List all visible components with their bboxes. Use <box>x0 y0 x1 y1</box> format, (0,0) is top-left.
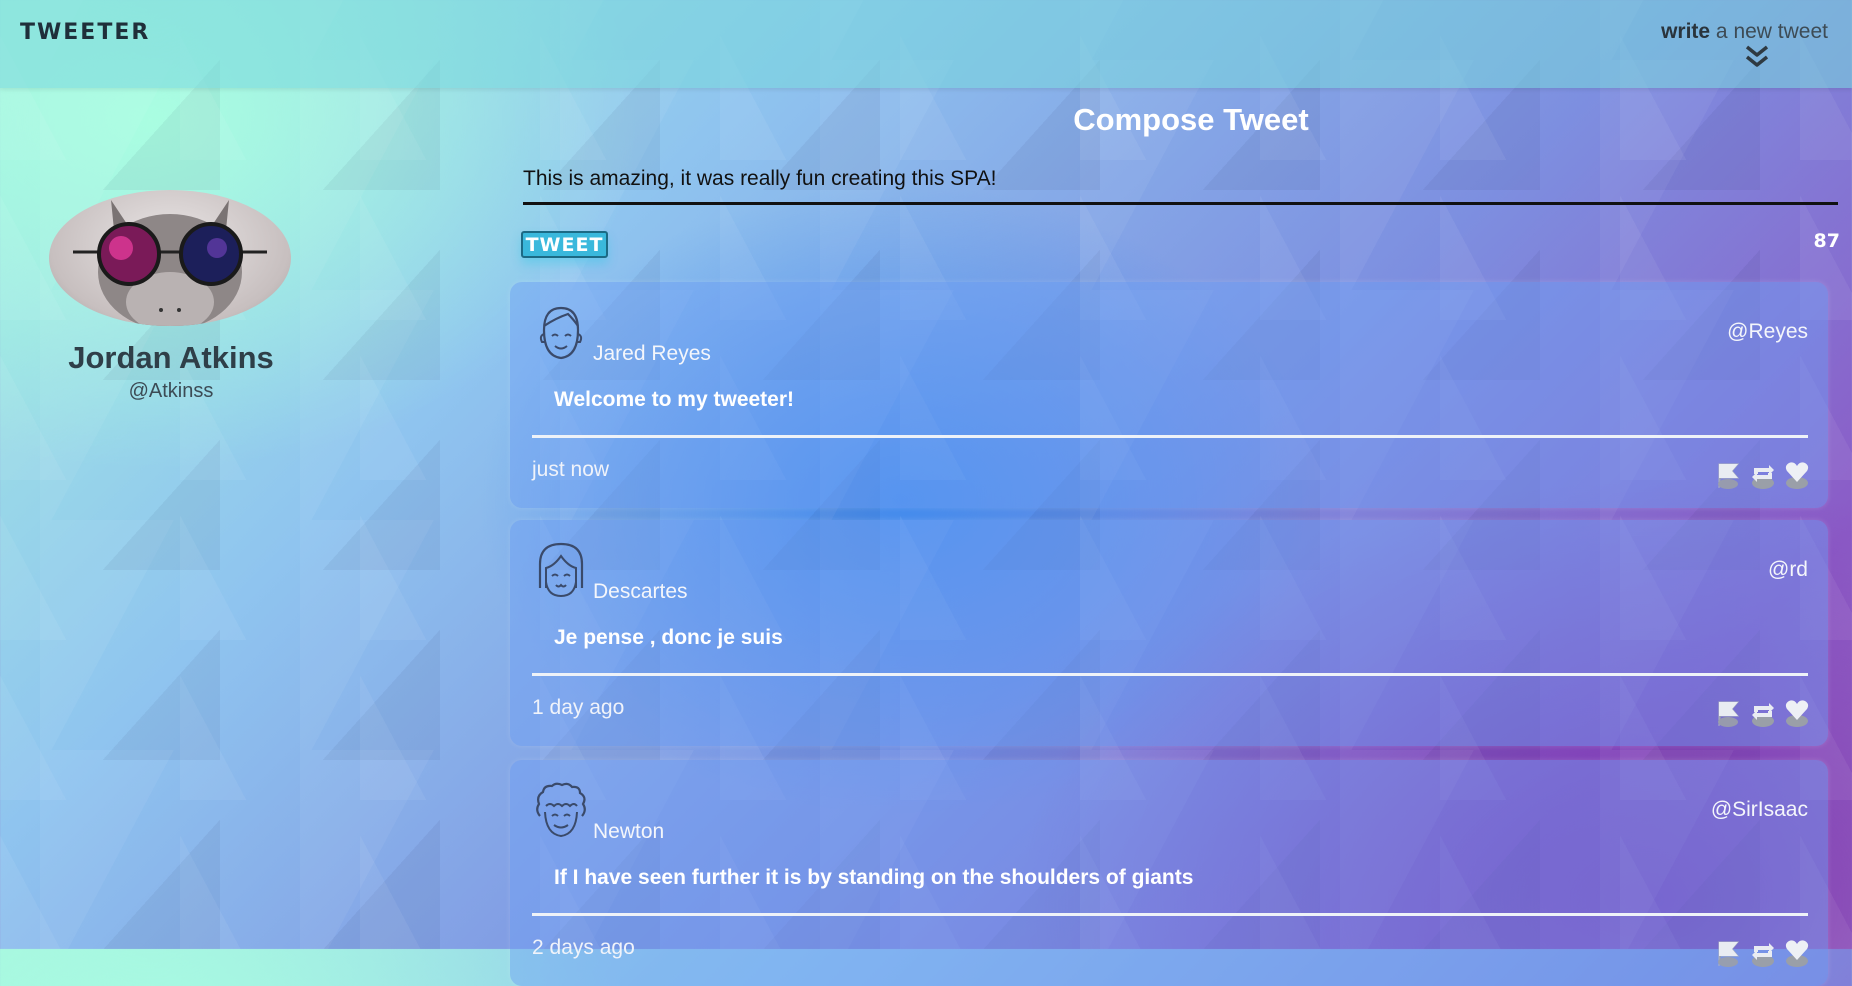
tweet-author-handle[interactable]: @SirIsaac <box>1711 798 1808 822</box>
smiling-face-line-icon <box>539 306 583 360</box>
flag-icon[interactable] <box>1716 698 1742 728</box>
tweet-author-name[interactable]: Newton <box>593 820 664 844</box>
profile-avatar <box>49 190 291 326</box>
double-chevron-down-icon[interactable] <box>1742 44 1772 68</box>
retweet-icon[interactable] <box>1750 698 1776 728</box>
cat-avatar-image <box>73 200 267 326</box>
tweet-divider <box>532 673 1808 676</box>
tweet-card: Jared Reyes @Reyes Welcome to my tweeter… <box>510 282 1828 508</box>
flag-icon[interactable] <box>1716 460 1742 490</box>
profile-sidebar: Jordan Atkins @Atkinss <box>0 88 510 949</box>
write-label-rest: a new tweet <box>1710 20 1828 43</box>
write-new-tweet-link[interactable]: write a new tweet <box>1661 20 1828 44</box>
top-navigation-bar: TWEETER write a new tweet <box>0 0 1852 88</box>
character-counter: 87 <box>1813 230 1840 252</box>
app-logo[interactable]: TWEETER <box>20 20 150 45</box>
heart-icon[interactable] <box>1784 460 1810 490</box>
tweet-timestamp: 1 day ago <box>532 696 625 719</box>
compose-tweet-input[interactable] <box>523 155 1838 205</box>
bob-hair-face-line-icon <box>538 542 584 598</box>
tweet-divider <box>532 913 1808 916</box>
profile-name: Jordan Atkins <box>68 340 274 375</box>
heart-icon[interactable] <box>1784 698 1810 728</box>
flag-icon[interactable] <box>1716 938 1742 968</box>
tweet-card: Descartes @rd Je pense , donc je suis 1 … <box>510 520 1828 746</box>
tweet-divider <box>532 435 1808 438</box>
tweet-timestamp: 2 days ago <box>532 936 635 959</box>
curly-hair-face-line-icon <box>536 782 586 838</box>
tweet-actions <box>1716 938 1810 968</box>
tweet-actions <box>1716 698 1810 728</box>
tweet-text: Je pense , donc je suis <box>554 626 783 649</box>
tweet-author-name[interactable]: Descartes <box>593 580 688 604</box>
tweet-card: Newton @SirIsaac If I have seen further … <box>510 760 1828 986</box>
heart-icon[interactable] <box>1784 938 1810 968</box>
compose-title: Compose Tweet <box>1073 102 1309 137</box>
tweet-text: Welcome to my tweeter! <box>554 388 795 411</box>
tweet-timestamp: just now <box>532 458 610 481</box>
tweet-author-name[interactable]: Jared Reyes <box>593 342 711 366</box>
tweet-author-handle[interactable]: @rd <box>1768 558 1808 582</box>
profile-handle: @Atkinss <box>128 380 214 402</box>
tweet-button[interactable]: TWEET <box>521 231 608 258</box>
write-label-bold: write <box>1661 20 1711 43</box>
retweet-icon[interactable] <box>1750 460 1776 490</box>
retweet-icon[interactable] <box>1750 938 1776 968</box>
tweet-actions <box>1716 460 1810 490</box>
tweet-text: If I have seen further it is by standing… <box>554 866 1194 889</box>
tweet-author-handle[interactable]: @Reyes <box>1727 320 1808 344</box>
